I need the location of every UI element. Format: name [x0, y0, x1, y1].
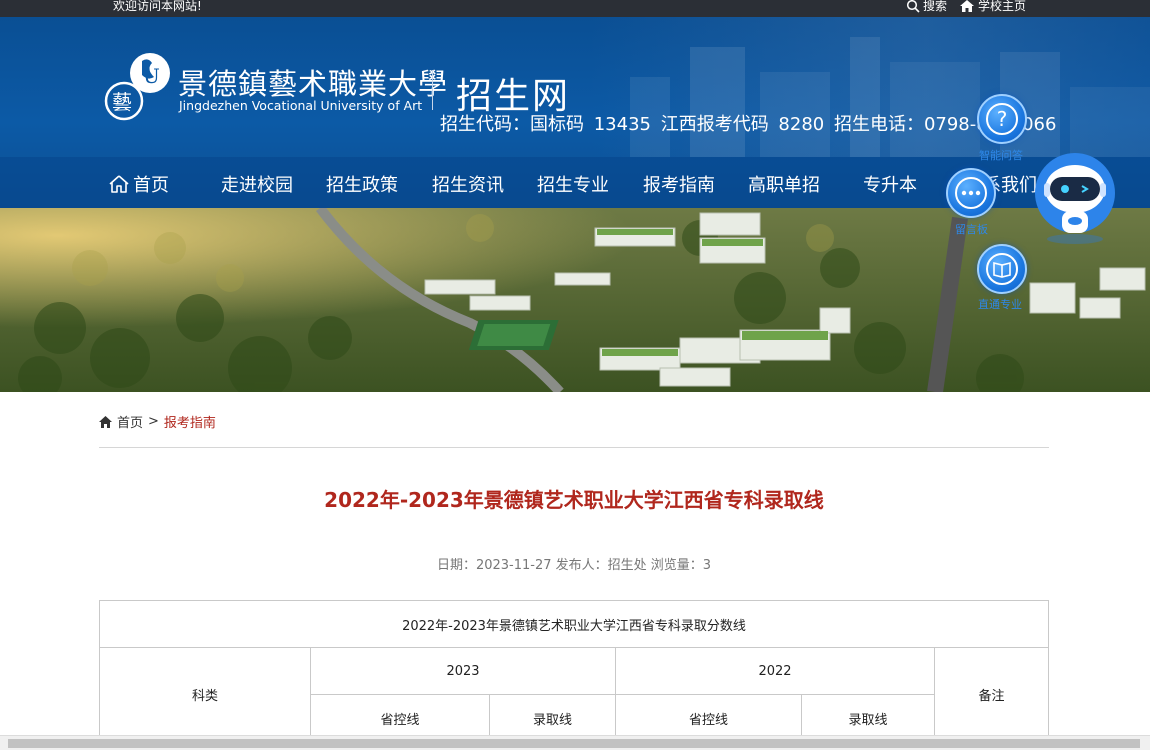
nav-item-home[interactable]: 首页	[109, 171, 169, 197]
horizontal-scrollbar[interactable]	[0, 735, 1150, 750]
header-background	[590, 17, 1150, 157]
home-icon	[960, 0, 974, 12]
breadcrumb-home[interactable]: 首页	[117, 412, 143, 431]
home-icon	[99, 415, 112, 428]
breadcrumb: 首页 > 报考指南	[99, 412, 216, 431]
home-icon	[109, 175, 129, 193]
search-icon	[906, 0, 920, 13]
scrollbar-thumb[interactable]	[8, 739, 1140, 748]
table-header-subject: 科类	[99, 647, 311, 742]
top-bar: 欢迎访问本网站! 搜索 学校主页	[0, 0, 1150, 17]
article-title: 2022年-2023年景德镇艺术职业大学江西省专科录取线	[324, 488, 824, 512]
article-meta: 日期：2023-11-27 发布人：招生处 浏览量：3	[436, 558, 712, 573]
svg-text:?: ?	[997, 107, 1008, 131]
message-board-label: 留言板	[955, 223, 988, 236]
school-home-label: 学校主页	[978, 0, 1027, 13]
nav-item-guide[interactable]: 报考指南	[643, 171, 715, 197]
svg-text:U: U	[143, 64, 160, 88]
nav-item-campus[interactable]: 走进校园	[221, 171, 293, 197]
search-label: 搜索	[923, 0, 948, 13]
score-table: 2022年-2023年景德镇艺术职业大学江西省专科录取分数线 科类 2023 2…	[99, 600, 1049, 742]
logo-english-name: Jingdezhen Vocational University of Art	[179, 98, 423, 113]
nav-item-upgrade[interactable]: 专升本	[863, 171, 917, 197]
university-logo-icon: U 藝	[104, 53, 170, 121]
breadcrumb-separator: >	[148, 414, 159, 429]
smart-qa-button[interactable]: ?	[977, 94, 1027, 144]
welcome-text: 欢迎访问本网站!	[113, 0, 202, 13]
content-divider	[99, 447, 1049, 448]
nav-item-news[interactable]: 招生资讯	[432, 171, 504, 197]
smart-qa-label: 智能问答	[979, 149, 1023, 162]
nav-item-majors[interactable]: 招生专业	[537, 171, 609, 197]
table-header-remark: 备注	[934, 647, 1049, 742]
direct-major-label: 直通专业	[978, 298, 1022, 311]
header-divider	[432, 70, 433, 110]
nav-item-single-exam[interactable]: 高职单招	[748, 171, 820, 197]
robot-assistant-icon[interactable]	[1032, 153, 1118, 245]
nav-item-policy[interactable]: 招生政策	[326, 171, 398, 197]
direct-major-button[interactable]	[977, 244, 1027, 294]
message-board-button[interactable]	[946, 168, 996, 218]
table-caption: 2022年-2023年景德镇艺术职业大学江西省专科录取分数线	[99, 600, 1049, 648]
admission-codes: 招生代码：国标码 13435 江西报考代码 8280 招生电话：0798-849…	[440, 114, 1057, 135]
chat-dots-icon	[955, 177, 987, 209]
book-icon	[986, 253, 1018, 285]
breadcrumb-current[interactable]: 报考指南	[164, 412, 216, 431]
school-home-link[interactable]: 学校主页	[960, 0, 1026, 14]
table-header-year-2023: 2023	[310, 647, 616, 695]
question-icon: ?	[986, 103, 1018, 135]
nav-item-label: 首页	[133, 175, 169, 196]
logo-chinese-name: 景德鎮藝术職業大學	[178, 67, 449, 101]
svg-text:藝: 藝	[112, 90, 132, 114]
search-link[interactable]: 搜索	[906, 0, 947, 14]
table-header-year-2022: 2022	[615, 647, 935, 695]
